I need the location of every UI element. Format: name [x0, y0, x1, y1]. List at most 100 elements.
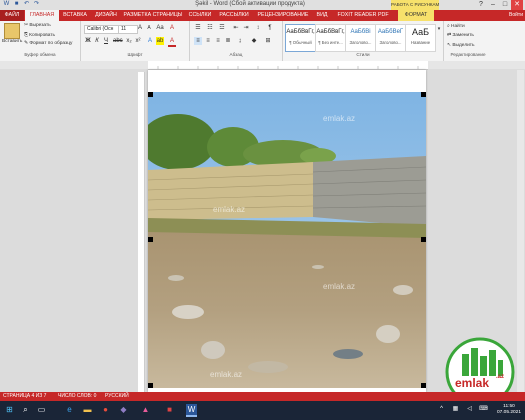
- format-painter-button[interactable]: ✎ Формат по образцу: [24, 41, 72, 46]
- style-normal[interactable]: АаБбВвГг, ¶ Обычный: [285, 24, 316, 52]
- app-icon[interactable]: ■: [164, 404, 175, 415]
- windows-icon[interactable]: ⊞: [4, 404, 15, 415]
- tab-file[interactable]: ФАЙЛ: [0, 10, 24, 21]
- paste-button[interactable]: Вставить: [2, 39, 22, 44]
- decrease-indent-icon[interactable]: ⇤: [232, 24, 240, 32]
- cut-button[interactable]: ✂ Вырезать: [24, 23, 51, 28]
- style-sample: АаБбВеГ: [377, 29, 404, 35]
- shading-icon[interactable]: ◆: [250, 37, 258, 45]
- language[interactable]: РУССКИЙ: [105, 393, 129, 399]
- bold-icon[interactable]: Ж: [84, 37, 92, 45]
- tab-format[interactable]: ФОРМАТ: [398, 10, 434, 21]
- copy-label: Копировать: [29, 33, 55, 38]
- style-sample: АаБбВі: [350, 29, 371, 35]
- tab-home[interactable]: ГЛАВНАЯ: [25, 10, 59, 21]
- align-left-icon[interactable]: ≡: [194, 37, 202, 45]
- style-name: Название: [410, 40, 431, 45]
- increase-indent-icon[interactable]: ⇥: [242, 24, 250, 32]
- align-center-icon[interactable]: ≡: [204, 37, 212, 45]
- tray-up-icon[interactable]: ^: [436, 404, 447, 415]
- save-icon[interactable]: ■: [12, 1, 21, 8]
- copy-button[interactable]: ⎘ Копировать: [24, 32, 55, 38]
- vertical-ruler[interactable]: [138, 72, 145, 392]
- tab-references[interactable]: ССЫЛКИ: [186, 10, 214, 21]
- bullets-icon[interactable]: ☰: [194, 24, 202, 32]
- tab-insert[interactable]: ВСТАВКА: [60, 10, 90, 21]
- page-count[interactable]: СТРАНИЦА 4 ИЗ 7: [3, 393, 46, 399]
- align-right-icon[interactable]: ≡: [214, 37, 222, 45]
- tab-layout[interactable]: РАЗМЕТКА СТРАНИЦЫ: [122, 10, 184, 21]
- style-no-spacing[interactable]: АаБбВвГг, ¶ Без инте...: [315, 24, 346, 52]
- app-icon[interactable]: ▲: [140, 404, 151, 415]
- resize-handle[interactable]: [148, 383, 153, 388]
- grow-font-icon[interactable]: A: [136, 24, 144, 32]
- paste-icon[interactable]: [4, 23, 20, 39]
- style-name: Заголово...: [379, 40, 402, 45]
- resize-handle[interactable]: [421, 92, 426, 97]
- underline-icon[interactable]: Ч: [102, 37, 110, 45]
- watermark: emlak.az: [323, 282, 356, 291]
- help-icon[interactable]: ?: [475, 0, 487, 10]
- italic-icon[interactable]: К: [93, 37, 101, 45]
- tab-design[interactable]: ДИЗАЙН: [91, 10, 121, 21]
- borders-icon[interactable]: ⊞: [264, 37, 272, 45]
- close-icon[interactable]: ✕: [511, 0, 523, 10]
- replace-button[interactable]: ⇄ Заменить: [447, 33, 474, 38]
- word-count[interactable]: ЧИСЛО СЛОВ: 0: [58, 393, 96, 399]
- find-button[interactable]: ⌕ Найти: [447, 23, 465, 29]
- network-icon[interactable]: ▦: [450, 404, 461, 415]
- document-photo[interactable]: [148, 92, 426, 388]
- highlight-icon[interactable]: ab: [156, 37, 164, 45]
- maximize-icon[interactable]: □: [499, 0, 511, 10]
- font-color-icon[interactable]: A: [168, 37, 176, 47]
- tab-view[interactable]: ВИД: [314, 10, 330, 21]
- style-sample: АаБбВвГг,: [286, 29, 315, 35]
- subscript-icon[interactable]: x₂: [125, 37, 133, 45]
- justify-icon[interactable]: ≣: [224, 37, 232, 45]
- style-sample: АаБбВвГг,: [316, 29, 345, 35]
- style-heading-2[interactable]: АаБбВеГ Заголово...: [375, 24, 406, 52]
- multilevel-list-icon[interactable]: ☲: [218, 24, 226, 32]
- search-icon[interactable]: ⌕: [20, 404, 31, 415]
- resize-handle[interactable]: [421, 383, 426, 388]
- sort-icon[interactable]: ↕: [254, 24, 262, 32]
- keyboard-icon[interactable]: ⌨: [478, 404, 489, 415]
- volume-icon[interactable]: ◁: [464, 404, 475, 415]
- select-label: Выделить: [452, 43, 475, 48]
- shrink-font-icon[interactable]: A: [145, 24, 153, 32]
- cut-label: Вырезать: [29, 23, 51, 28]
- line-spacing-icon[interactable]: ↨: [236, 37, 244, 45]
- app-icon[interactable]: ◆: [118, 404, 129, 415]
- clipboard-group-label: Буфер обмена: [24, 52, 56, 57]
- tab-foxit[interactable]: FOXIT READER PDF: [334, 10, 392, 21]
- select-button[interactable]: ↖ Выделить: [447, 43, 475, 48]
- task-view-icon[interactable]: ▭: [36, 404, 47, 415]
- resize-handle[interactable]: [421, 237, 426, 242]
- undo-icon[interactable]: ↶: [22, 1, 31, 8]
- explorer-icon[interactable]: ▬: [82, 404, 93, 415]
- style-title[interactable]: АаБ Название: [405, 24, 436, 52]
- style-heading-1[interactable]: АаБбВі Заголово...: [345, 24, 376, 52]
- clear-format-icon[interactable]: A: [168, 24, 176, 32]
- font-size-select[interactable]: 11: [118, 25, 138, 34]
- resize-handle[interactable]: [148, 92, 153, 97]
- tab-review[interactable]: РЕЦЕНЗИРОВАНИЕ: [254, 10, 312, 21]
- edge-icon[interactable]: e: [64, 404, 75, 415]
- pilcrow-icon[interactable]: ¶: [266, 24, 274, 32]
- strikethrough-icon[interactable]: abc: [113, 37, 123, 45]
- redo-icon[interactable]: ↷: [32, 1, 41, 8]
- resize-handle[interactable]: [148, 237, 153, 242]
- account-link[interactable]: Войти: [487, 10, 523, 21]
- superscript-icon[interactable]: x²: [134, 37, 142, 45]
- text-effects-icon[interactable]: A: [146, 37, 154, 45]
- styles-scroll-icon[interactable]: ▾: [435, 25, 443, 33]
- change-case-icon[interactable]: Aa: [156, 24, 164, 32]
- minimize-icon[interactable]: –: [487, 0, 499, 10]
- font-family-select[interactable]: Calibri (Осн: [84, 25, 120, 34]
- tab-mailings[interactable]: РАССЫЛКИ: [216, 10, 252, 21]
- word-icon[interactable]: W: [186, 404, 197, 417]
- clock[interactable]: 11:50 07.05.2021: [493, 404, 525, 416]
- numbering-icon[interactable]: ☷: [206, 24, 214, 32]
- chrome-icon[interactable]: ●: [100, 404, 111, 415]
- horizontal-ruler[interactable]: [148, 61, 428, 70]
